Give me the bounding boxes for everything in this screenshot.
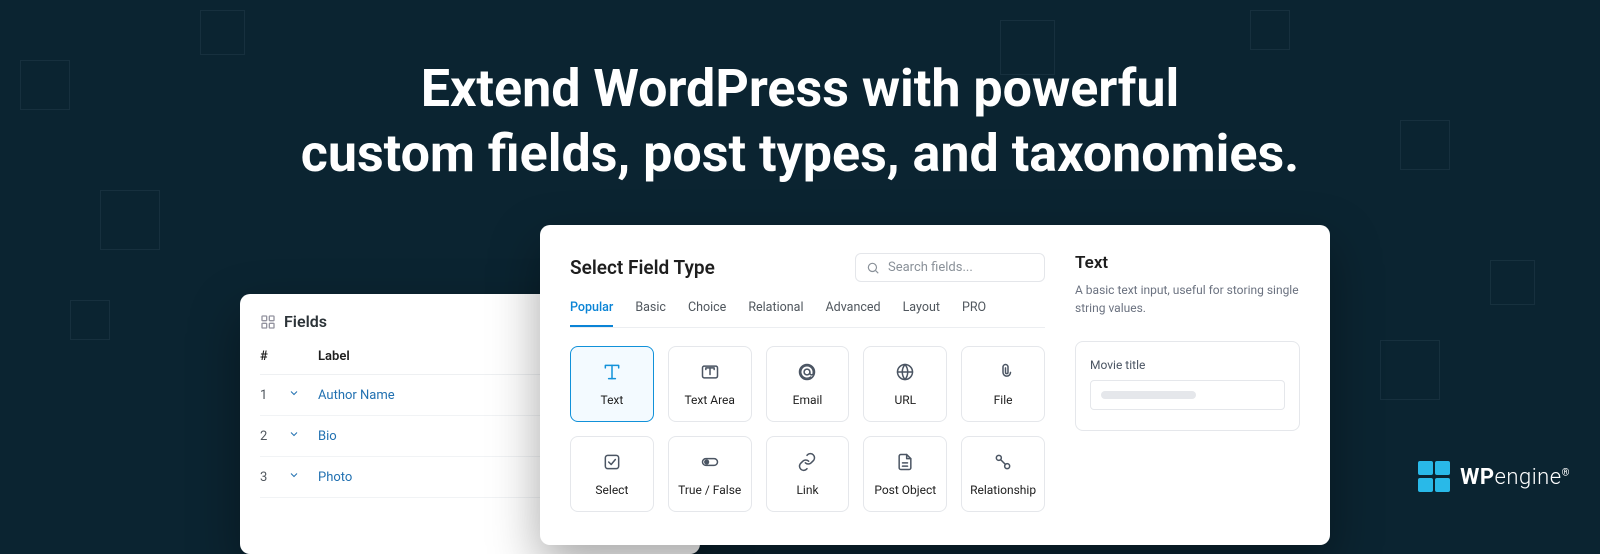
column-number: #: [260, 349, 288, 364]
preview-label: Movie title: [1090, 358, 1285, 372]
headline-line-1: Extend WordPress with powerful: [421, 58, 1180, 119]
select-icon: [602, 452, 622, 475]
field-type-tabs: Popular Basic Choice Relational Advanced Layo…: [570, 300, 1045, 328]
textarea-icon: [700, 362, 720, 385]
fields-title-text: Fields: [284, 312, 327, 331]
field-type-label: Text: [600, 393, 623, 407]
field-type-link[interactable]: Link: [766, 436, 850, 512]
wpengine-logo-mark: [1418, 461, 1450, 493]
select-panel-title: Select Field Type: [570, 256, 715, 279]
tab-advanced[interactable]: Advanced: [825, 300, 880, 327]
text-icon: [602, 362, 622, 385]
field-row-number: 2: [260, 429, 288, 444]
field-type-label: Relationship: [970, 483, 1036, 497]
post-icon: [895, 452, 915, 475]
email-icon: [797, 362, 817, 385]
field-type-label: Link: [796, 483, 818, 497]
url-icon: [895, 362, 915, 385]
field-type-relationship[interactable]: Relationship: [961, 436, 1045, 512]
wpengine-logo: WPengine®: [1418, 461, 1570, 493]
field-type-email[interactable]: Email: [766, 346, 850, 422]
detail-description: A basic text input, useful for storing s…: [1075, 281, 1300, 317]
field-type-text-area[interactable]: Text Area: [668, 346, 752, 422]
detail-title: Text: [1075, 253, 1300, 273]
field-type-label: Email: [793, 393, 823, 407]
fields-icon: [260, 314, 276, 330]
tab-basic[interactable]: Basic: [635, 300, 666, 327]
field-type-label: Text Area: [684, 393, 734, 407]
tab-popular[interactable]: Popular: [570, 300, 613, 327]
search-input[interactable]: Search fields...: [855, 253, 1045, 282]
field-type-post-object[interactable]: Post Object: [863, 436, 947, 512]
search-icon: [866, 261, 880, 275]
hero-headline: Extend WordPress with powerful custom fi…: [0, 56, 1600, 186]
field-type-detail: Text A basic text input, useful for stor…: [1075, 253, 1300, 545]
preview-placeholder-bar: [1101, 391, 1196, 399]
field-type-label: URL: [894, 393, 916, 407]
relationship-icon: [993, 452, 1013, 475]
tab-layout[interactable]: Layout: [903, 300, 940, 327]
field-type-url[interactable]: URL: [863, 346, 947, 422]
field-type-label: File: [994, 393, 1013, 407]
preview-text-input[interactable]: [1090, 380, 1285, 410]
field-type-true-false[interactable]: True / False: [668, 436, 752, 512]
select-field-type-panel: Select Field Type Search fields... Popul…: [540, 225, 1330, 545]
tab-relational[interactable]: Relational: [748, 300, 803, 327]
tab-choice[interactable]: Choice: [688, 300, 726, 327]
field-row-number: 1: [260, 388, 288, 403]
field-type-label: True / False: [678, 483, 741, 497]
link-icon: [797, 452, 817, 475]
tab-pro[interactable]: PRO: [962, 300, 986, 327]
file-icon: [993, 362, 1013, 385]
chevron-down-icon[interactable]: [288, 469, 318, 485]
field-type-label: Select: [595, 483, 628, 497]
field-type-select[interactable]: Select: [570, 436, 654, 512]
field-type-text[interactable]: Text: [570, 346, 654, 422]
toggle-icon: [700, 452, 720, 475]
wpengine-logo-text: WPengine®: [1460, 465, 1570, 490]
headline-line-2: custom fields, post types, and taxonomie…: [301, 123, 1300, 184]
chevron-down-icon[interactable]: [288, 428, 318, 444]
field-preview: Movie title: [1075, 341, 1300, 431]
field-type-grid: Text Text Area Email URL File Select True / Fa…: [570, 346, 1045, 512]
search-placeholder: Search fields...: [888, 260, 973, 275]
field-row-number: 3: [260, 470, 288, 485]
field-type-label: Post Object: [874, 483, 936, 497]
chevron-down-icon[interactable]: [288, 387, 318, 403]
field-type-file[interactable]: File: [961, 346, 1045, 422]
